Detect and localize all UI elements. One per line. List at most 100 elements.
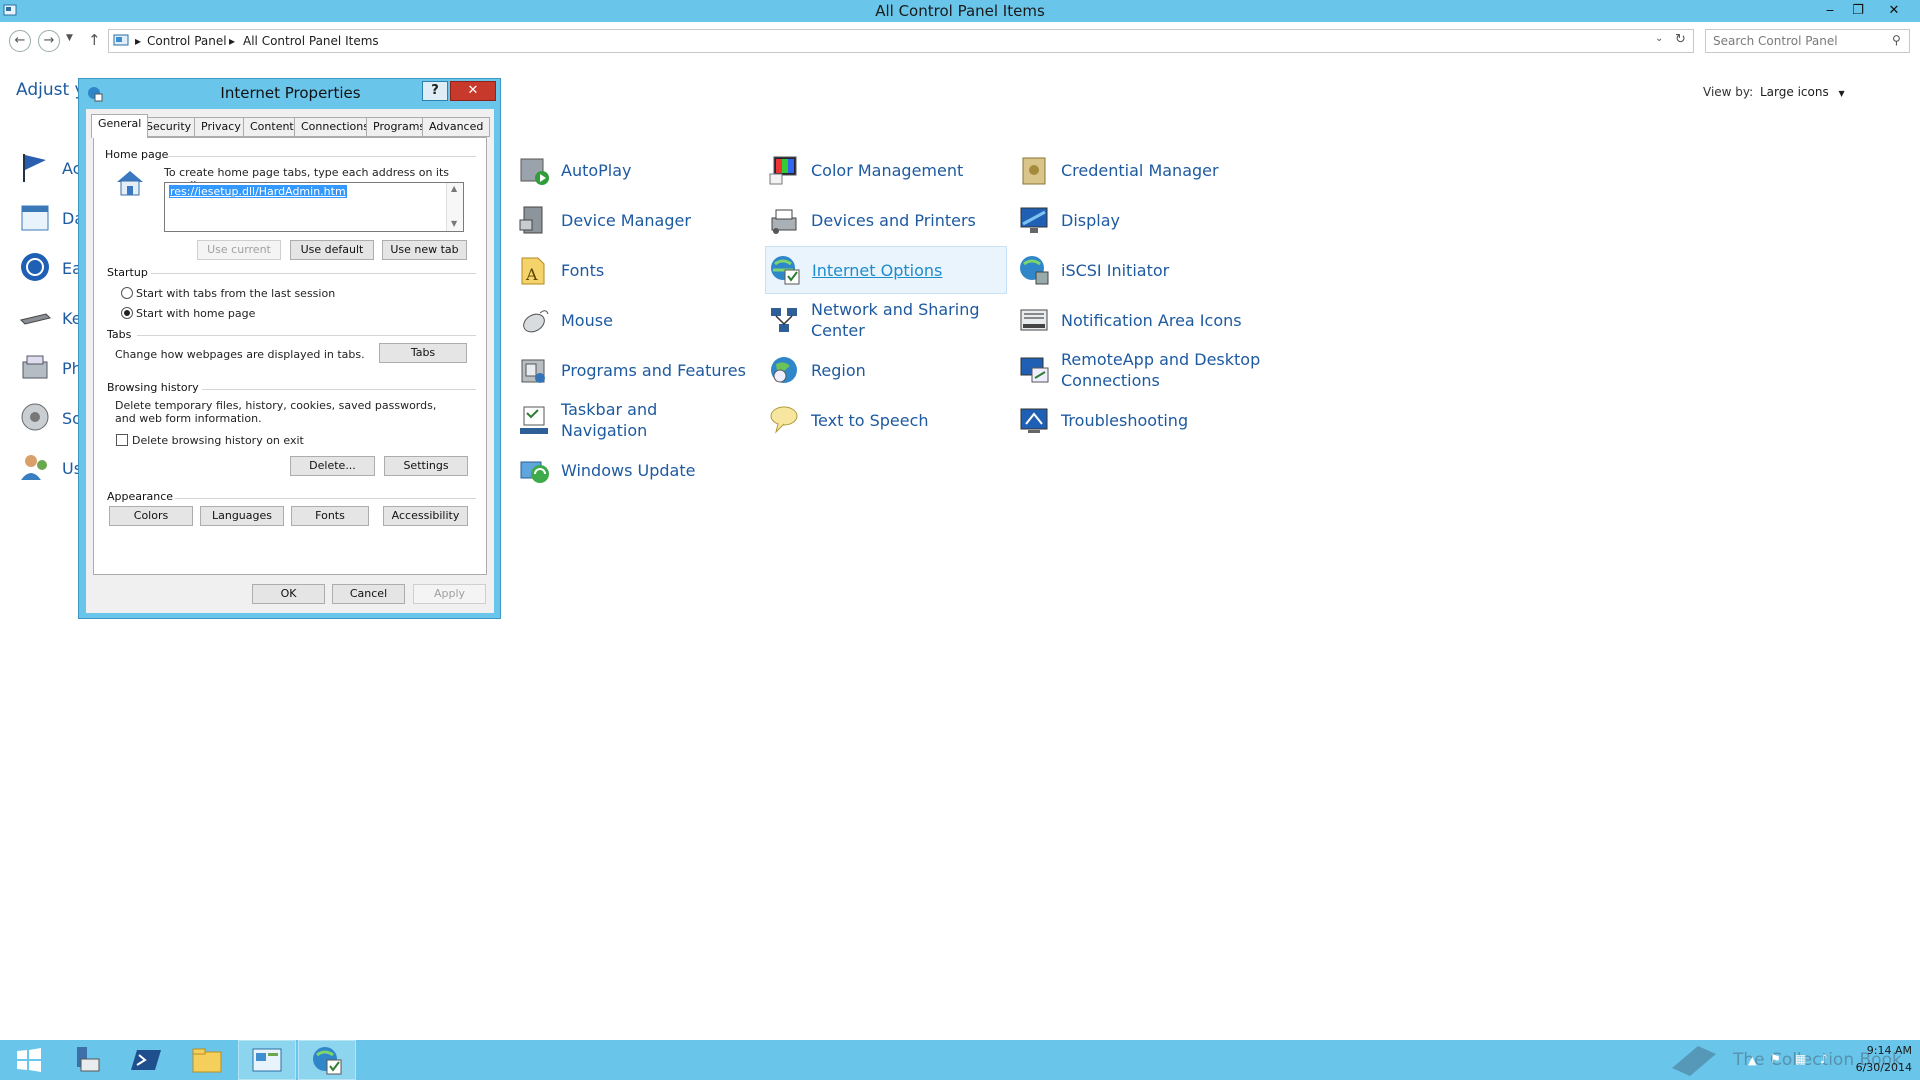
search-input[interactable]: Search Control Panel ⚲: [1705, 29, 1910, 53]
control-panel-item-network-sharing[interactable]: Network and Sharing Center: [767, 298, 1007, 342]
taskbar-powershell[interactable]: [118, 1040, 176, 1080]
recent-pages-dropdown[interactable]: ▼: [66, 33, 73, 43]
control-panel-item-display[interactable]: Display: [1017, 198, 1277, 242]
clock-date[interactable]: 6/30/2014: [1852, 1061, 1912, 1074]
search-icon[interactable]: ⚲: [1892, 33, 1901, 47]
list-item[interactable]: Ke: [18, 300, 82, 338]
ok-button[interactable]: OK: [252, 584, 325, 604]
back-button[interactable]: ←: [9, 30, 31, 52]
control-panel-item-credential-manager[interactable]: Credential Manager: [1017, 148, 1277, 192]
breadcrumb-control-panel[interactable]: Control Panel: [147, 30, 227, 52]
help-button[interactable]: ?: [422, 81, 448, 101]
list-item[interactable]: Da: [18, 200, 84, 238]
device-manager-icon: [517, 203, 551, 237]
tray-chevron-icon[interactable]: ▲: [1748, 1054, 1756, 1067]
file-explorer-icon: [192, 1048, 222, 1073]
apply-button[interactable]: Apply: [413, 584, 486, 604]
taskbar-control-panel[interactable]: [238, 1040, 296, 1080]
address-bar[interactable]: ▸ Control Panel ▸ All Control Panel Item…: [108, 29, 1694, 53]
notification-icon: [1017, 303, 1051, 337]
taskbar-internet-options[interactable]: [298, 1040, 356, 1080]
phone-modem-icon: [22, 355, 48, 379]
use-default-button[interactable]: Use default: [290, 240, 374, 260]
dialog-close-button[interactable]: ✕: [450, 81, 496, 101]
tray-network-icon[interactable]: ▦: [1795, 1052, 1806, 1066]
tab-content[interactable]: Content: [243, 117, 301, 137]
item-label: iSCSI Initiator: [1061, 260, 1170, 280]
item-label: Taskbar and Navigation: [561, 400, 658, 440]
control-panel-item-internet-options[interactable]: Internet Options: [765, 246, 1007, 294]
control-panel-item-device-manager[interactable]: Device Manager: [517, 198, 747, 242]
tab-connections[interactable]: Connections: [294, 117, 376, 137]
control-panel-item-remoteapp[interactable]: RemoteApp and Desktop Connections: [1017, 348, 1277, 392]
control-panel-item-notification-area-icons[interactable]: Notification Area Icons: [1017, 298, 1277, 342]
item-label: Programs and Features: [561, 360, 746, 380]
tab-advanced[interactable]: Advanced: [422, 117, 491, 137]
keyboard-icon: [20, 313, 51, 325]
control-panel-item-color-management[interactable]: Color Management: [767, 148, 1007, 192]
tabs-button[interactable]: Tabs: [379, 343, 467, 363]
start-button[interactable]: [0, 1040, 58, 1080]
languages-button[interactable]: Languages: [200, 506, 284, 526]
control-panel-item-windows-update[interactable]: Windows Update: [517, 448, 747, 492]
control-panel-item-programs-features[interactable]: Programs and Features: [517, 348, 747, 392]
use-current-button[interactable]: Use current: [197, 240, 281, 260]
list-item[interactable]: Ea: [18, 250, 82, 288]
mouse-icon: [517, 303, 551, 337]
tab-privacy[interactable]: Privacy: [194, 117, 248, 137]
textarea-scrollbar[interactable]: ▲ ▼: [446, 183, 463, 231]
clock-time[interactable]: 9:14 AM: [1852, 1044, 1912, 1057]
radio-home-page-label[interactable]: Start with home page: [136, 307, 255, 320]
taskbar-file-explorer[interactable]: [178, 1040, 236, 1080]
taskbar-server-manager[interactable]: [58, 1040, 116, 1080]
refresh-icon[interactable]: ↻: [1675, 32, 1686, 47]
fonts-button[interactable]: Fonts: [291, 506, 369, 526]
delete-button[interactable]: Delete...: [290, 456, 375, 476]
list-item[interactable]: Ph: [18, 350, 82, 388]
cancel-button[interactable]: Cancel: [332, 584, 405, 604]
accessibility-button[interactable]: Accessibility: [383, 506, 468, 526]
settings-button[interactable]: Settings: [384, 456, 468, 476]
list-item[interactable]: So: [18, 400, 82, 438]
address-dropdown-icon[interactable]: ⌄: [1655, 33, 1663, 44]
control-panel-item-mouse[interactable]: Mouse: [517, 298, 747, 342]
control-panel-item-region[interactable]: Region: [767, 348, 1007, 392]
crumb-separator-icon: ▸: [229, 34, 236, 48]
delete-on-exit-label[interactable]: Delete browsing history on exit: [132, 434, 304, 447]
close-window-button[interactable]: ✕: [1880, 0, 1908, 22]
control-panel-item-iscsi-initiator[interactable]: iSCSI Initiator: [1017, 248, 1277, 292]
control-panel-item-devices-printers[interactable]: Devices and Printers: [767, 198, 1007, 242]
minimize-button[interactable]: ‒: [1816, 0, 1844, 22]
control-panel-item-troubleshooting[interactable]: Troubleshooting: [1017, 398, 1277, 442]
tray-volume-icon[interactable]: ♪: [1820, 1052, 1828, 1066]
item-label: Region: [811, 360, 866, 380]
tab-general[interactable]: General: [91, 114, 149, 138]
control-panel-item-taskbar-navigation[interactable]: Taskbar and Navigation: [517, 398, 747, 442]
view-by-dropdown[interactable]: Large icons ▼: [1760, 85, 1845, 99]
forward-button[interactable]: →: [38, 30, 60, 52]
home-page-textarea[interactable]: res://iesetup.dll/HardAdmin.htm ▲ ▼: [164, 182, 464, 232]
up-button[interactable]: ↑: [88, 31, 101, 49]
scroll-up-icon[interactable]: ▲: [451, 184, 457, 193]
scroll-down-icon[interactable]: ▼: [451, 219, 457, 228]
internet-properties-dialog[interactable]: Internet Properties ? ✕ General Security…: [78, 78, 501, 619]
restore-button[interactable]: ❐: [1844, 0, 1872, 22]
delete-on-exit-checkbox[interactable]: [116, 434, 128, 446]
item-label: AutoPlay: [561, 160, 632, 180]
tray-flag-icon[interactable]: ⚑: [1770, 1052, 1781, 1066]
control-panel-item-fonts[interactable]: A Fonts: [517, 248, 747, 292]
list-item[interactable]: Ac: [18, 150, 81, 188]
colors-button[interactable]: Colors: [109, 506, 193, 526]
divider: [137, 335, 476, 336]
use-new-tab-button[interactable]: Use new tab: [382, 240, 467, 260]
radio-last-session-label[interactable]: Start with tabs from the last session: [136, 287, 335, 300]
control-panel-item-text-to-speech[interactable]: Text to Speech: [767, 398, 1007, 442]
list-item[interactable]: Us: [18, 450, 82, 488]
control-panel-item-autoplay[interactable]: AutoPlay: [517, 148, 747, 192]
color-management-icon: [767, 153, 801, 187]
view-by-value: Large icons: [1760, 85, 1829, 99]
troubleshooting-icon: [1017, 403, 1051, 437]
radio-home-page[interactable]: [121, 307, 133, 319]
breadcrumb-all-items[interactable]: All Control Panel Items: [243, 30, 379, 52]
radio-last-session[interactable]: [121, 287, 133, 299]
